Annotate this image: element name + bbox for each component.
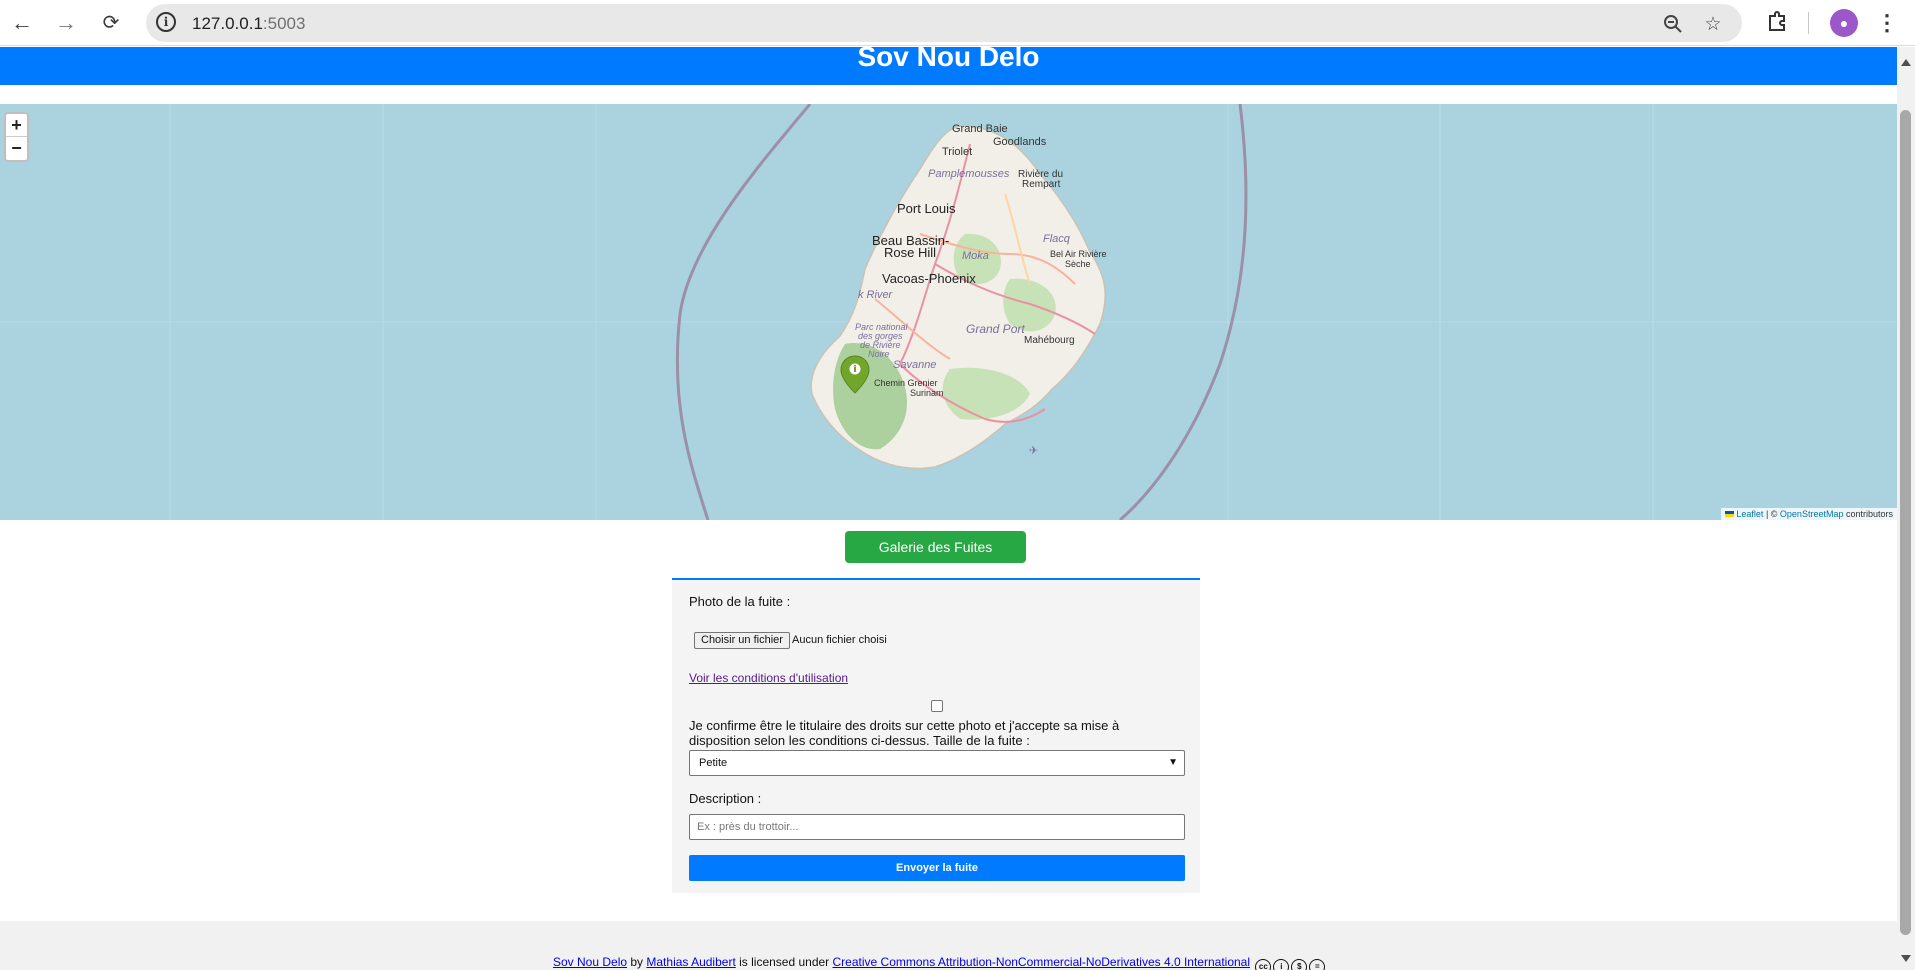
scrollbar-thumb[interactable] [1900,110,1911,935]
map-label: Surinam [910,388,944,398]
ukraine-flag-icon [1725,511,1735,517]
terms-link[interactable]: Voir les conditions d'utilisation [689,671,848,685]
map-label: Grand Port [966,322,1025,336]
consent-text: Je confirme être le titulaire des droits… [689,718,1120,748]
extensions-icon[interactable] [1766,10,1790,34]
leak-form: Photo de la fuite : Choisir un fichier A… [672,578,1200,893]
map-label: Vacoas-Phoenix [882,271,976,286]
footer-licensed-text: is licensed under [735,955,833,969]
map-label: Grand Baie [952,123,1008,135]
address-bar[interactable]: i 127.0.0.1:5003 ☆ [146,4,1742,42]
map-label: Bel Air Rivière [1050,249,1107,259]
scroll-up-icon[interactable] [1901,59,1911,66]
toolbar-separator [1808,12,1809,34]
zoom-out-button[interactable]: − [6,137,27,160]
map-label: Savanne [893,359,937,371]
license-notice: Sov Nou Delo by Mathias Audibert is lice… [553,955,1326,970]
file-status-text: Aucun fichier choisi [792,634,887,646]
reload-icon[interactable]: ⟳ [97,9,125,37]
url-text[interactable]: 127.0.0.1:5003 [192,14,305,34]
browser-toolbar: ← → ⟳ i 127.0.0.1:5003 ☆ ● ⋮ [0,0,1915,46]
license-link[interactable]: Creative Commons Attribution-NonCommerci… [833,955,1251,969]
scroll-down-icon[interactable] [1901,955,1911,962]
map-label: Goodlands [993,136,1047,148]
map-attribution: Leaflet | © OpenStreetMap contributors [1721,508,1897,520]
site-info-icon[interactable]: i [156,12,176,32]
page-title: Sov Nou Delo [857,47,1040,72]
leaflet-link[interactable]: Leaflet [1736,509,1763,519]
site-header: Sov Nou Delo [0,47,1897,85]
map-label: Port Louis [897,201,956,216]
description-label: Description : [689,791,762,806]
map-label: k River [858,289,893,301]
zoom-icon[interactable] [1662,13,1684,35]
menu-icon[interactable]: ⋮ [1876,9,1898,37]
svg-text:✈: ✈ [1029,444,1038,457]
bookmark-star-icon[interactable]: ☆ [1702,13,1724,35]
leak-size-value: Petite [699,757,728,769]
page-viewport: Sov Nou Delo ✈ Grand Baie Goodlands Trio… [0,47,1897,970]
map-label: Rose Hill [884,245,937,260]
map-label: Pamplemousses [928,168,1010,180]
forward-icon[interactable]: → [52,9,80,37]
site-footer: Sov Nou Delo by Mathias Audibert is lice… [0,921,1897,970]
nc-icon: $ [1291,959,1308,970]
profile-avatar[interactable]: ● [1830,9,1858,37]
zoom-in-button[interactable]: + [6,114,27,137]
leak-map[interactable]: ✈ Grand Baie Goodlands Triolet Pamplemou… [0,104,1897,520]
footer-by-text: by [627,955,647,969]
map-label: Noire [868,349,890,359]
attribution-tail: contributors [1843,509,1893,519]
consent-checkbox[interactable] [931,700,943,712]
map-zoom-control: + − [4,112,29,162]
file-choose-button[interactable]: Choisir un fichier [694,632,790,649]
osm-link[interactable]: OpenStreetMap [1780,509,1844,519]
gallery-button[interactable]: Galerie des Fuites [845,531,1026,563]
leak-size-select[interactable]: Petite ▼ [689,750,1185,776]
map-tiles: ✈ [0,104,1897,520]
description-input[interactable]: Ex : près du trottoir... [689,814,1185,840]
page-scrollbar[interactable] [1897,47,1915,970]
map-label: Rempart [1022,179,1061,190]
chevron-down-icon: ▼ [1168,757,1178,768]
nd-icon: = [1309,959,1326,970]
map-label: Mahébourg [1024,335,1075,346]
back-icon[interactable]: ← [8,9,36,37]
photo-label: Photo de la fuite : [689,594,791,609]
author-link[interactable]: Mathias Audibert [646,955,735,969]
map-label: Flacq [1043,233,1070,245]
project-link[interactable]: Sov Nou Delo [553,955,627,969]
by-icon: i [1273,959,1290,970]
attribution-separator: | © [1763,509,1780,519]
map-label: Moka [962,250,989,262]
map-label: Sèche [1065,259,1091,269]
submit-button[interactable]: Envoyer la fuite [689,855,1185,881]
map-label: Chemin Grenier [874,378,938,388]
cc-icon: cc [1255,959,1272,970]
map-label: Triolet [942,146,973,158]
